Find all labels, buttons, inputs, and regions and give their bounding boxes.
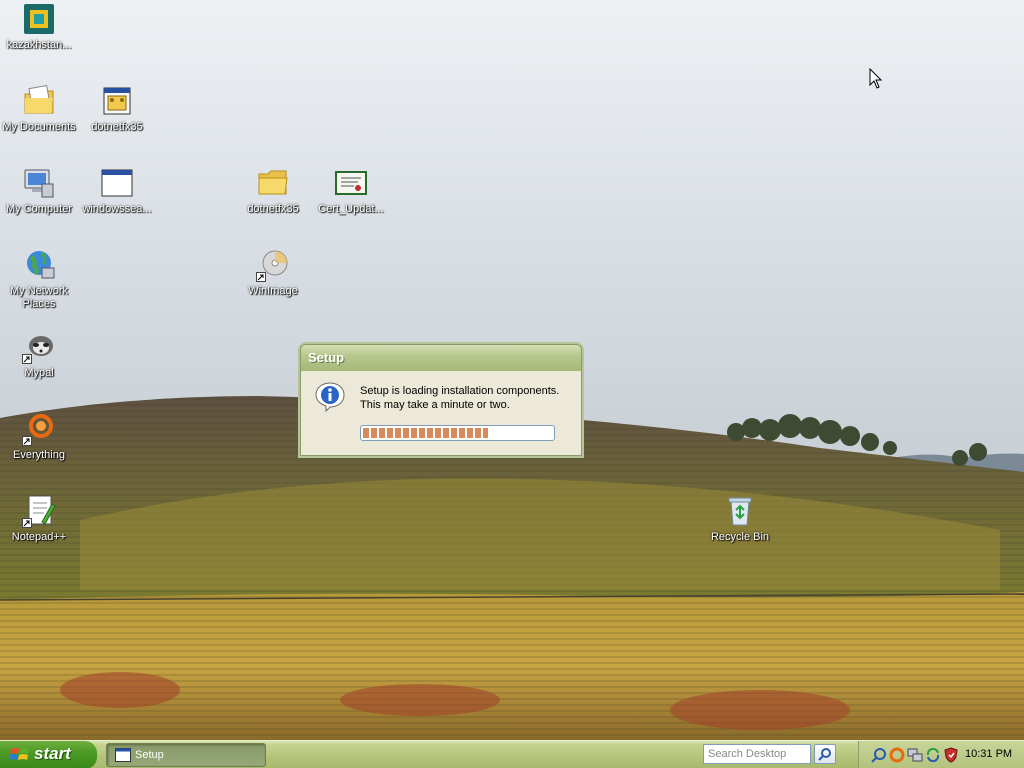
shortcut-arrow-icon — [256, 272, 266, 282]
taskbar-button-setup[interactable]: Setup — [106, 743, 266, 767]
taskbar: start Setup Search Desktop 10:31 PM — [0, 740, 1024, 768]
certificate-icon — [334, 166, 368, 200]
everything-tray-icon[interactable] — [889, 747, 905, 763]
desktop-icon-dotnetfx35-installer[interactable]: dotnetfx35 — [75, 84, 159, 134]
desktop-icon-kazakhstan[interactable]: kazakhstan... — [0, 2, 81, 52]
desktop-icon-label: Recycle Bin — [710, 531, 770, 543]
shortcut-arrow-icon — [22, 518, 32, 528]
installer-icon — [100, 84, 134, 118]
folder-icon — [256, 166, 290, 200]
desktop-icon-label: kazakhstan... — [6, 39, 72, 51]
network-globe-icon — [22, 248, 56, 282]
recycle-bin-icon — [723, 494, 757, 528]
disc-icon — [256, 248, 290, 282]
app-icon — [22, 2, 56, 36]
system-tray: 10:31 PM — [858, 741, 1024, 768]
search-button[interactable] — [814, 744, 836, 764]
magnifier-orange-icon — [22, 412, 56, 446]
raccoon-icon — [22, 330, 56, 364]
setup-dialog[interactable]: Setup Setup is loading installation comp… — [300, 344, 582, 456]
magnifier-tray-icon[interactable] — [871, 747, 887, 763]
notepad-icon — [22, 494, 56, 528]
dialog-body: Setup is loading installation components… — [301, 371, 581, 455]
desktop-icon-notepad-plus-plus[interactable]: Notepad++ — [0, 494, 81, 544]
dialog-title: Setup — [308, 350, 345, 365]
desktop-icon-my-computer[interactable]: My Computer — [0, 166, 81, 216]
desktop-icon-my-documents[interactable]: My Documents — [0, 84, 81, 134]
window-icon — [115, 748, 131, 762]
information-icon — [314, 381, 346, 413]
shortcut-arrow-icon — [22, 354, 32, 364]
desktop-icon-my-network-places[interactable]: My Network Places — [0, 248, 81, 311]
dialog-message: Setup is loading installation components… — [360, 384, 559, 412]
desktop-icon-cert-update[interactable]: Cert_Updat... — [309, 166, 393, 216]
desktop-icon-label: Notepad++ — [11, 531, 67, 543]
start-label: start — [34, 744, 71, 763]
sync-tray-icon[interactable] — [925, 747, 941, 763]
desktop-icon-recycle-bin[interactable]: Recycle Bin — [698, 494, 782, 544]
progress-bar-fill — [363, 428, 488, 438]
dialog-titlebar[interactable]: Setup — [301, 345, 581, 371]
desktop-icon-dotnetfx35-folder[interactable]: dotnetfx35 — [231, 166, 315, 216]
taskbar-button-label: Setup — [135, 749, 164, 761]
application-window-icon — [100, 166, 134, 200]
windows-logo-icon — [10, 748, 29, 760]
desktop-icon-label: Mypal — [24, 367, 54, 379]
search-icon — [818, 748, 831, 761]
progress-bar — [360, 425, 555, 441]
desktop-icon-windowssearch[interactable]: windowssea... — [75, 166, 159, 216]
desktop-icon-label: Everything — [13, 449, 65, 461]
desktop-icon-label: My Documents — [2, 121, 76, 133]
desktop-icon-label: dotnetfx35 — [247, 203, 299, 215]
dialog-message-line: This may take a minute or two. — [360, 399, 510, 411]
clock[interactable]: 10:31 PM — [965, 748, 1012, 760]
security-shield-icon[interactable] — [943, 747, 959, 763]
desktop-icon-label: Cert_Updat... — [318, 203, 384, 215]
network-tray-icon[interactable] — [907, 747, 923, 763]
desktop-icon-mypal[interactable]: Mypal — [0, 330, 81, 380]
search-placeholder: Search Desktop — [708, 748, 787, 760]
desktop-icon-label: dotnetfx35 — [91, 121, 143, 133]
desktop-icon-label: windowssea... — [82, 203, 152, 215]
mouse-pointer-icon — [869, 68, 883, 89]
dialog-message-line: Setup is loading installation components… — [360, 385, 560, 397]
search-desktop-input[interactable]: Search Desktop — [703, 744, 811, 764]
shortcut-arrow-icon — [22, 436, 32, 446]
desktop-icon-everything[interactable]: Everything — [0, 412, 81, 462]
start-button[interactable]: start — [0, 741, 97, 768]
desktop-icon-label: My Network Places — [9, 285, 69, 310]
desktop-icon-label: WinImage — [248, 285, 298, 297]
computer-icon — [22, 166, 56, 200]
folder-documents-icon — [22, 84, 56, 118]
desktop-icon-label: My Computer — [5, 203, 73, 215]
desktop-icon-winimage[interactable]: WinImage — [231, 248, 315, 298]
